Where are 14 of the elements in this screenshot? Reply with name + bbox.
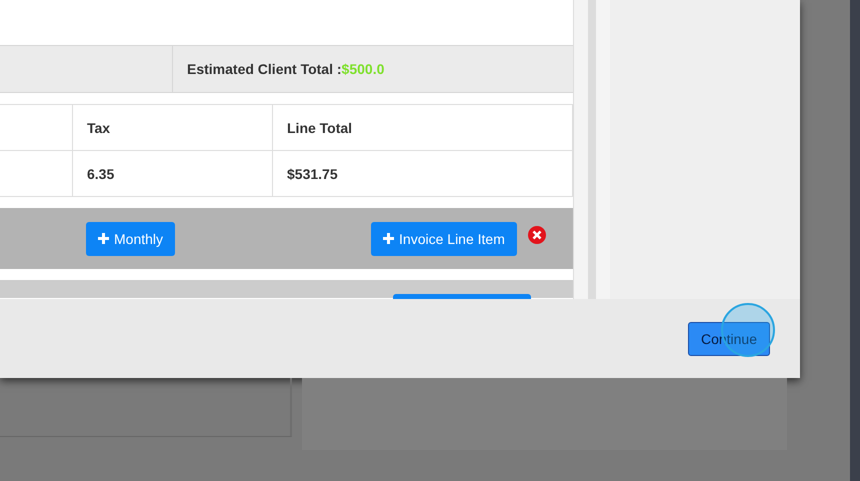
column-header: Line Total [272,104,572,150]
scrollbar[interactable] [588,0,596,299]
plus-icon [98,233,109,244]
table-cell: $531.75 [272,150,572,196]
null[interactable]: Monthly [86,222,176,256]
partial-button[interactable] [393,294,531,299]
remove-icon[interactable] [528,226,546,244]
column-header: Tax [72,104,272,150]
scrollbar-track[interactable] [574,0,610,299]
client-total: Estimated Client Total :$500.0 [187,61,384,77]
null[interactable]: Invoice Line Item [371,222,517,256]
plus-icon [383,233,394,244]
continue-button[interactable]: Continue [688,322,770,356]
table-cell: 6.35 [72,150,272,196]
